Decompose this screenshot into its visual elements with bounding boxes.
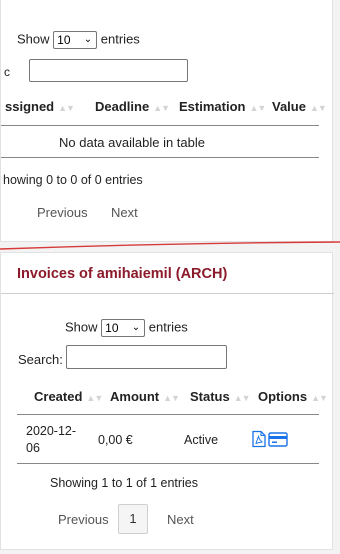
column-value-label: Value <box>272 99 306 114</box>
search-label: c <box>4 65 10 79</box>
column-estimation[interactable]: Estimation ▲▼ <box>179 99 266 114</box>
next-button[interactable]: Next <box>111 205 138 220</box>
cell-amount: 0,00 € <box>98 433 133 447</box>
show-label: Show <box>17 31 50 47</box>
sort-icon: ▲▼ <box>86 393 103 403</box>
sort-icon: ▲▼ <box>311 393 328 403</box>
search-input[interactable] <box>66 345 227 369</box>
invoices-card: Invoices of amihaiemil (ARCH) Show 10 ⌄ … <box>0 252 334 550</box>
table-bottom-divider <box>1 157 319 158</box>
sort-icon: ▲▼ <box>309 103 327 113</box>
sort-icon: ▲▼ <box>58 103 75 113</box>
column-created-label: Created <box>34 389 83 404</box>
table-header-divider <box>17 414 319 415</box>
table-info: Showing 1 to 1 of 1 entries <box>50 476 199 490</box>
entries-label: entries <box>148 319 188 335</box>
credit-card-icon[interactable] <box>268 430 288 448</box>
chevron-down-icon: ⌄ <box>131 322 141 333</box>
header-divider <box>1 293 334 294</box>
length-control: Show 10 ⌄ entries <box>17 31 140 49</box>
column-status[interactable]: Status ▲▼ <box>190 389 251 404</box>
previous-button[interactable]: Previous <box>37 205 88 220</box>
column-estimation-label: Estimation <box>179 99 246 114</box>
tasks-table-card: Show 10 ⌄ entries c ssigned ▲▼ Deadline ▲▼… <box>0 0 333 242</box>
column-options[interactable]: Options ▲▼ <box>258 389 328 404</box>
entries-select-value: 10 <box>57 33 71 47</box>
page-1-button[interactable]: 1 <box>118 504 148 534</box>
column-value[interactable]: Value ▲▼ <box>272 99 327 114</box>
entries-select-value: 10 <box>105 321 119 335</box>
column-created[interactable]: Created ▲▼ <box>34 389 103 404</box>
column-options-label: Options <box>258 389 308 404</box>
column-assigned-label: ssigned <box>5 99 55 114</box>
sort-icon: ▲▼ <box>163 393 180 403</box>
column-deadline-label: Deadline <box>95 99 150 114</box>
table-bottom-divider <box>17 463 319 464</box>
column-deadline[interactable]: Deadline ▲▼ <box>95 99 170 114</box>
search-input[interactable] <box>29 59 188 82</box>
column-amount-label: Amount <box>110 389 160 404</box>
invoices-title: Invoices of amihaiemil (ARCH) <box>17 266 228 282</box>
entries-select[interactable]: 10 ⌄ <box>53 31 98 49</box>
show-label: Show <box>65 319 98 335</box>
entries-select[interactable]: 10 ⌄ <box>101 319 146 337</box>
column-assigned[interactable]: ssigned ▲▼ <box>5 99 75 114</box>
table-info: howing 0 to 0 of 0 entries <box>3 173 143 187</box>
column-amount[interactable]: Amount ▲▼ <box>110 389 180 404</box>
entries-label: entries <box>100 31 140 47</box>
sort-icon: ▲▼ <box>233 393 251 403</box>
cell-created: 2020-12-06 <box>26 424 77 455</box>
sort-icon: ▲▼ <box>249 103 266 113</box>
pdf-icon[interactable] <box>250 430 268 448</box>
search-label: Search: <box>18 352 63 367</box>
previous-button[interactable]: Previous <box>58 512 109 527</box>
section-divider <box>0 241 340 250</box>
length-control: Show 10 ⌄ entries <box>65 319 188 337</box>
next-button[interactable]: Next <box>167 512 194 527</box>
chevron-down-icon: ⌄ <box>83 34 93 45</box>
table-header-divider <box>1 125 319 126</box>
column-status-label: Status <box>190 389 230 404</box>
empty-table-message: No data available in table <box>59 135 205 150</box>
cell-status: Active <box>184 433 219 447</box>
sort-icon: ▲▼ <box>153 103 170 113</box>
